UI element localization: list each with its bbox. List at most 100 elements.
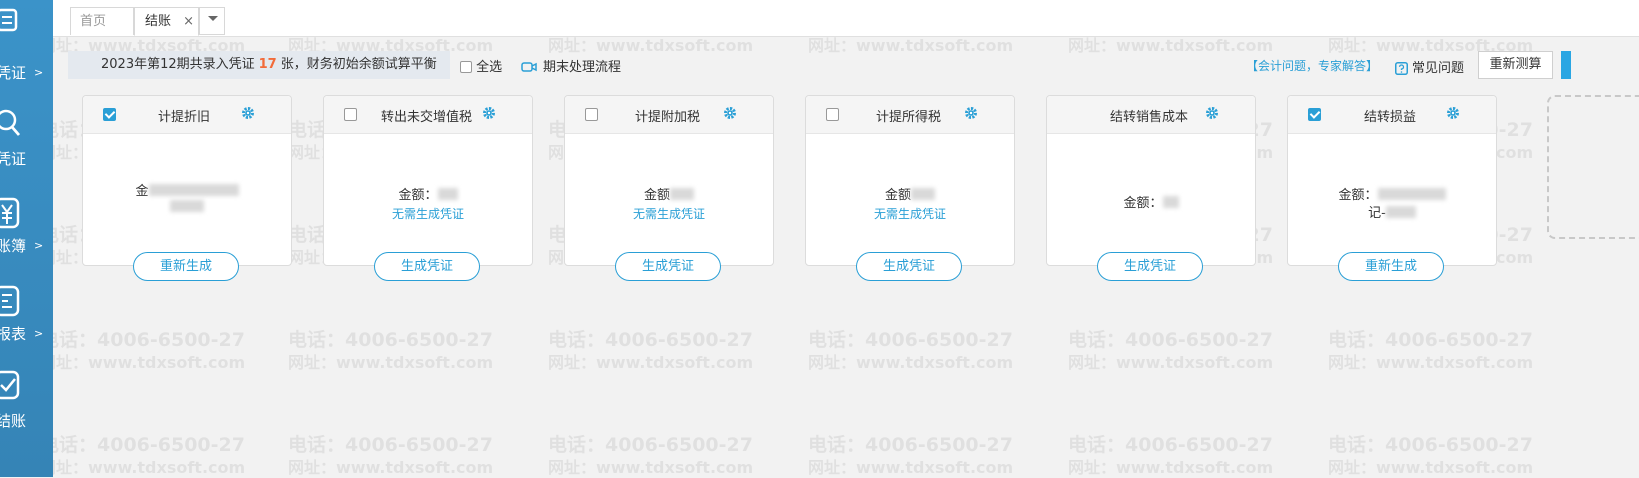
gear-icon[interactable] bbox=[241, 106, 255, 120]
video-icon bbox=[521, 62, 537, 72]
card-checkbox[interactable] bbox=[826, 108, 839, 121]
gear-icon[interactable] bbox=[1446, 106, 1460, 120]
card-header: 计提折旧 bbox=[83, 96, 291, 134]
watermark-phone: 电话：4006-6500-27 bbox=[808, 329, 1013, 351]
regenerate-button[interactable]: 重新生成 bbox=[133, 252, 239, 281]
card-checkbox[interactable] bbox=[103, 108, 116, 121]
card-surtax: 计提附加税 金额 无需生成凭证 生成凭证 bbox=[564, 95, 774, 281]
generate-voucher-button[interactable]: 生成凭证 bbox=[615, 252, 721, 281]
card-title: 转出未交增值税 bbox=[381, 110, 473, 125]
sidebar-item-report[interactable]: 报表 > bbox=[0, 283, 53, 363]
watermark-site: 网址：www.tdxsoft.com bbox=[288, 353, 494, 372]
flow-label: 期末处理流程 bbox=[543, 60, 622, 75]
card-title: 结转损益 bbox=[1364, 110, 1417, 125]
sidebar-item-ledger[interactable]: 账簿 > bbox=[0, 195, 53, 275]
blurred-value bbox=[1385, 206, 1416, 218]
sidebar-item-label: 报表 bbox=[0, 325, 27, 343]
generate-voucher-button[interactable]: 生成凭证 bbox=[1097, 252, 1203, 281]
regenerate-button[interactable]: 重新生成 bbox=[1338, 252, 1444, 281]
report-icon bbox=[0, 285, 20, 317]
expert-answer-link[interactable]: 【会计问题，专家解答】 bbox=[1246, 57, 1378, 74]
chevron-right-icon: > bbox=[34, 239, 44, 252]
select-all-label: 全选 bbox=[476, 60, 503, 75]
watermark-phone: 电话：4006-6500-27 bbox=[288, 329, 493, 351]
amount-label: 金额： bbox=[398, 188, 438, 203]
amount-label: 金额 bbox=[884, 188, 911, 203]
card-checkbox[interactable] bbox=[1308, 108, 1321, 121]
sidebar: 凭证 > 凭证 账簿 > 报表 > 结账 bbox=[0, 0, 53, 477]
blurred-value bbox=[1377, 188, 1446, 200]
chevron-right-icon: > bbox=[34, 66, 44, 79]
card-income-tax: 计提所得税 金额 无需生成凭证 生成凭证 bbox=[805, 95, 1015, 281]
generate-voucher-button[interactable]: 生成凭证 bbox=[374, 252, 480, 281]
card-header: 结转损益 bbox=[1288, 96, 1496, 134]
tab-checkout[interactable]: 结账 × bbox=[134, 7, 199, 36]
card-voucher-ref: 记- bbox=[1288, 202, 1496, 221]
card-depreciation: 计提折旧 金 重新生成 bbox=[82, 95, 292, 281]
watermark-phone: 电话：4006-6500-27 bbox=[288, 434, 493, 456]
watermark-phone: 电话：4006-6500-27 bbox=[808, 434, 1013, 456]
generate-voucher-button[interactable]: 生成凭证 bbox=[856, 252, 962, 281]
gear-icon[interactable] bbox=[964, 106, 978, 120]
faq-link[interactable]: 常见问题 bbox=[1395, 57, 1464, 76]
amount-label: 金额： bbox=[1338, 188, 1378, 203]
notice-suffix: 张，财务初始余额试算平衡 bbox=[280, 57, 437, 72]
card-header: 结转销售成本 bbox=[1047, 96, 1255, 134]
gear-icon[interactable] bbox=[1205, 106, 1219, 120]
watermark-phone: 电话：4006-6500-27 bbox=[1328, 329, 1533, 351]
tab-home[interactable]: 首页 bbox=[70, 7, 134, 35]
select-all-checkbox[interactable]: 全选 bbox=[460, 56, 502, 75]
watermark-site: 网址：www.tdxsoft.com bbox=[808, 458, 1014, 477]
watermark-phone: 电话：4006-6500-27 bbox=[548, 329, 753, 351]
checkout-icon bbox=[0, 370, 20, 400]
blurred-value bbox=[170, 200, 204, 212]
sidebar-item-voucher[interactable]: 凭证 > bbox=[0, 0, 53, 82]
checkbox-box[interactable] bbox=[460, 61, 472, 73]
sidebar-item-voucher-search[interactable]: 凭证 bbox=[0, 100, 53, 180]
card-unpaid-vat: 转出未交增值税 金额： 无需生成凭证 生成凭证 bbox=[323, 95, 533, 281]
watermark-site: 网址：www.tdxsoft.com bbox=[40, 353, 246, 372]
watermark-phone: 电话：4006-6500-27 bbox=[40, 329, 245, 351]
blurred-value bbox=[148, 184, 239, 196]
card-cost-of-sales: 结转销售成本 金额： 生成凭证 bbox=[1046, 95, 1256, 281]
blurred-value bbox=[1162, 196, 1179, 208]
amount-label: 金 bbox=[135, 184, 149, 199]
card-title: 结转销售成本 bbox=[1110, 110, 1189, 125]
sidebar-item-label: 凭证 bbox=[0, 150, 27, 168]
recalculate-button[interactable]: 重新测算 bbox=[1478, 51, 1553, 79]
tab-label: 首页 bbox=[80, 14, 107, 29]
watermark-phone: 电话：4006-6500-27 bbox=[1068, 434, 1273, 456]
question-icon bbox=[1395, 62, 1408, 75]
sidebar-item-checkout[interactable]: 结账 bbox=[0, 368, 53, 448]
gear-icon[interactable] bbox=[482, 106, 496, 120]
card-amount: 金额 bbox=[565, 184, 773, 203]
voucher-count: 17 bbox=[258, 57, 277, 72]
card-amount-extra bbox=[83, 200, 291, 215]
watermark-phone: 电话：4006-6500-27 bbox=[1328, 434, 1533, 456]
chevron-down-icon bbox=[208, 16, 218, 21]
amount-label: 金额： bbox=[1123, 196, 1163, 211]
notice-prefix: 2023年第12期共录入凭证 bbox=[101, 57, 255, 72]
primary-button-edge[interactable] bbox=[1561, 51, 1571, 79]
tab-dropdown-button[interactable] bbox=[199, 7, 225, 35]
watermark-site: 网址：www.tdxsoft.com bbox=[1328, 458, 1534, 477]
card-amount: 金额： bbox=[1047, 192, 1255, 211]
card-profit-loss: 结转损益 金额： 记- 重新生成 bbox=[1287, 95, 1497, 281]
card-note: 无需生成凭证 bbox=[632, 207, 705, 221]
card-amount: 金额： bbox=[324, 184, 532, 203]
watermark-site: 网址：www.tdxsoft.com bbox=[808, 353, 1014, 372]
gear-icon[interactable] bbox=[723, 106, 737, 120]
watermark-phone: 电话：4006-6500-27 bbox=[1068, 329, 1273, 351]
card-header: 计提附加税 bbox=[565, 96, 773, 134]
yen-icon bbox=[0, 197, 20, 229]
watermark-site: 网址：www.tdxsoft.com bbox=[1068, 458, 1274, 477]
card-checkbox[interactable] bbox=[585, 108, 598, 121]
period-end-flow-link[interactable]: 期末处理流程 bbox=[521, 56, 621, 75]
card-header: 计提所得税 bbox=[806, 96, 1014, 134]
voucher-notice: 2023年第12期共录入凭证 17 张，财务初始余额试算平衡 bbox=[68, 51, 450, 79]
close-icon[interactable]: × bbox=[183, 8, 194, 36]
watermark-phone: 电话：4006-6500-27 bbox=[40, 434, 245, 456]
card-header: 转出未交增值税 bbox=[324, 96, 532, 134]
card-checkbox[interactable] bbox=[344, 108, 357, 121]
add-card-placeholder[interactable] bbox=[1547, 95, 1639, 239]
